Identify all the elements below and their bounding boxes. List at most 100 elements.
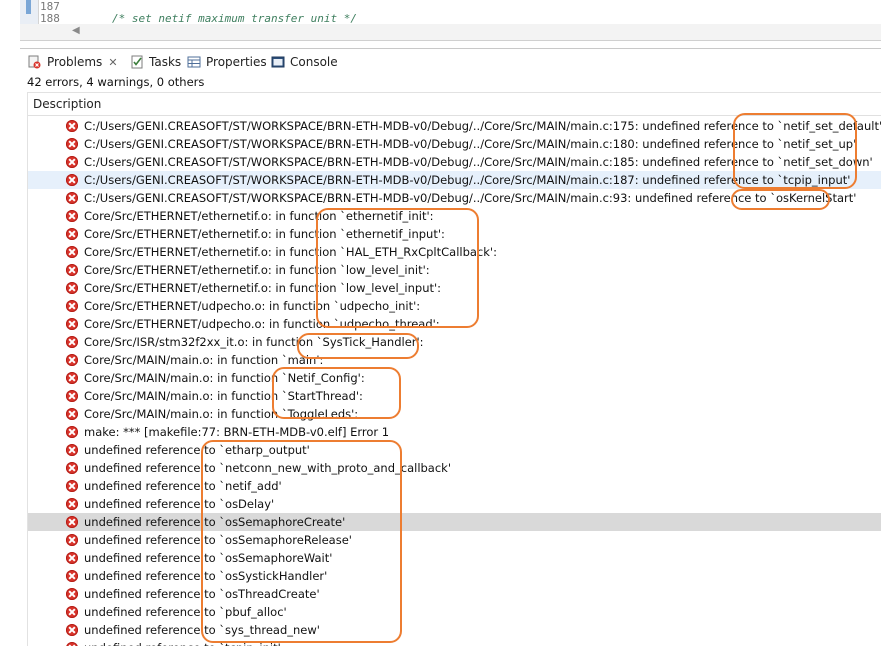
problem-description: undefined reference to `etharp_output' — [84, 443, 310, 457]
problem-description: Core/Src/ETHERNET/ethernetif.o: in funct… — [84, 209, 434, 223]
error-icon — [66, 156, 78, 168]
horizontal-scrollbar[interactable]: ◀ — [20, 24, 881, 41]
problem-row[interactable]: Core/Src/MAIN/main.o: in function `Start… — [28, 387, 881, 405]
problem-row[interactable]: undefined reference to `netif_add' — [28, 477, 881, 495]
problems-summary: 42 errors, 4 warnings, 0 others — [27, 75, 205, 89]
error-icon — [66, 606, 78, 618]
problem-row[interactable]: undefined reference to `sys_thread_new' — [28, 621, 881, 639]
tab-problems[interactable]: Problems ✕ — [28, 53, 118, 71]
tab-label: Problems — [47, 55, 103, 69]
problem-description: undefined reference to `osSemaphoreCreat… — [84, 515, 346, 529]
problem-row[interactable]: undefined reference to `pbuf_alloc' — [28, 603, 881, 621]
error-icon — [66, 354, 78, 366]
error-icon — [66, 246, 78, 258]
error-icon — [66, 210, 78, 222]
console-icon — [271, 55, 285, 69]
problem-description: C:/Users/GENI.CREASOFT/ST/WORKSPACE/BRN-… — [84, 119, 881, 133]
error-icon — [66, 264, 78, 276]
problem-row[interactable]: Core/Src/MAIN/main.o: in function `main'… — [28, 351, 881, 369]
views-tab-bar: Problems ✕ Tasks Properties Console — [20, 48, 881, 74]
error-icon — [66, 318, 78, 330]
problem-row[interactable]: Core/Src/ETHERNET/ethernetif.o: in funct… — [28, 225, 881, 243]
error-icon — [66, 408, 78, 420]
problem-row[interactable]: Core/Src/MAIN/main.o: in function `Toggl… — [28, 405, 881, 423]
problem-description: C:/Users/GENI.CREASOFT/ST/WORKSPACE/BRN-… — [84, 137, 857, 151]
problem-description: Core/Src/MAIN/main.o: in function `Start… — [84, 389, 363, 403]
tab-properties[interactable]: Properties — [187, 53, 267, 71]
problem-description: Core/Src/ETHERNET/udpecho.o: in function… — [84, 317, 440, 331]
column-header-description[interactable]: Description — [28, 93, 881, 116]
problem-row[interactable]: make: *** [makefile:77: BRN-ETH-MDB-v0.e… — [28, 423, 881, 441]
problem-description: undefined reference to `osSystickHandler… — [84, 569, 328, 583]
error-icon — [66, 498, 78, 510]
problem-row[interactable]: undefined reference to `tcpip_init' — [28, 639, 881, 646]
error-icon — [66, 552, 78, 564]
problem-row[interactable]: undefined reference to `osSystickHandler… — [28, 567, 881, 585]
problem-row[interactable]: Core/Src/ETHERNET/udpecho.o: in function… — [28, 315, 881, 333]
problem-row[interactable]: Core/Src/ETHERNET/ethernetif.o: in funct… — [28, 207, 881, 225]
problem-row[interactable]: C:/Users/GENI.CREASOFT/ST/WORKSPACE/BRN-… — [28, 189, 881, 207]
problem-row[interactable]: undefined reference to `osSemaphoreWait' — [28, 549, 881, 567]
scroll-left-icon[interactable]: ◀ — [72, 25, 80, 36]
error-icon — [66, 138, 78, 150]
problem-row[interactable]: undefined reference to `etharp_output' — [28, 441, 881, 459]
tasks-icon — [130, 55, 144, 69]
error-icon — [66, 516, 78, 528]
problem-description: Core/Src/ETHERNET/ethernetif.o: in funct… — [84, 281, 442, 295]
problem-description: undefined reference to `netif_add' — [84, 479, 282, 493]
tab-label: Properties — [206, 55, 267, 69]
problem-row[interactable]: C:/Users/GENI.CREASOFT/ST/WORKSPACE/BRN-… — [28, 153, 881, 171]
problem-row[interactable]: undefined reference to `osSemaphoreCreat… — [28, 513, 881, 531]
problem-description: Core/Src/ETHERNET/ethernetif.o: in funct… — [84, 245, 497, 259]
problem-row[interactable]: C:/Users/GENI.CREASOFT/ST/WORKSPACE/BRN-… — [28, 135, 881, 153]
problem-row[interactable]: Core/Src/ETHERNET/udpecho.o: in function… — [28, 297, 881, 315]
tab-tasks[interactable]: Tasks — [130, 53, 181, 71]
error-icon — [66, 228, 78, 240]
problem-description: Core/Src/ETHERNET/ethernetif.o: in funct… — [84, 227, 445, 241]
problem-description: undefined reference to `osDelay' — [84, 497, 275, 511]
error-icon — [66, 642, 78, 646]
close-icon[interactable]: ✕ — [108, 56, 117, 69]
problem-description: undefined reference to `osThreadCreate' — [84, 587, 320, 601]
problem-description: Core/Src/MAIN/main.o: in function `main'… — [84, 353, 324, 367]
problem-row[interactable]: undefined reference to `osThreadCreate' — [28, 585, 881, 603]
error-icon — [66, 570, 78, 582]
problem-row[interactable]: undefined reference to `netconn_new_with… — [28, 459, 881, 477]
problem-row[interactable]: Core/Src/ISR/stm32f2xx_it.o: in function… — [28, 333, 881, 351]
problem-description: undefined reference to `pbuf_alloc' — [84, 605, 287, 619]
problem-row[interactable]: Core/Src/ETHERNET/ethernetif.o: in funct… — [28, 279, 881, 297]
error-icon — [66, 120, 78, 132]
problem-description: Core/Src/ETHERNET/ethernetif.o: in funct… — [84, 263, 430, 277]
tab-console[interactable]: Console — [271, 53, 338, 71]
problem-row[interactable]: undefined reference to `osSemaphoreRelea… — [28, 531, 881, 549]
column-header-label: Description — [33, 97, 102, 111]
problems-icon — [28, 55, 42, 69]
error-icon — [66, 534, 78, 546]
problem-row[interactable]: Core/Src/MAIN/main.o: in function `Netif… — [28, 369, 881, 387]
change-marker — [26, 0, 31, 14]
problem-row[interactable]: undefined reference to `osDelay' — [28, 495, 881, 513]
tab-label: Tasks — [149, 55, 182, 69]
error-icon — [66, 372, 78, 384]
problem-description: undefined reference to `osSemaphoreWait' — [84, 551, 333, 565]
error-icon — [66, 282, 78, 294]
problem-description: Core/Src/MAIN/main.o: in function `Toggl… — [84, 407, 359, 421]
problem-description: undefined reference to `tcpip_init' — [84, 641, 281, 646]
problem-description: undefined reference to `netconn_new_with… — [84, 461, 452, 475]
error-icon — [66, 588, 78, 600]
error-icon — [66, 426, 78, 438]
code-editor[interactable]: 187 188 /* set netif maximum transfer un… — [20, 0, 881, 25]
problem-description: undefined reference to `osSemaphoreRelea… — [84, 533, 352, 547]
problem-row[interactable]: Core/Src/ETHERNET/ethernetif.o: in funct… — [28, 261, 881, 279]
problem-row[interactable]: C:/Users/GENI.CREASOFT/ST/WORKSPACE/BRN-… — [28, 171, 881, 189]
problem-row[interactable]: C:/Users/GENI.CREASOFT/ST/WORKSPACE/BRN-… — [28, 117, 881, 135]
properties-icon — [187, 55, 201, 69]
error-icon — [66, 192, 78, 204]
error-icon — [66, 300, 78, 312]
problem-description: C:/Users/GENI.CREASOFT/ST/WORKSPACE/BRN-… — [84, 191, 857, 205]
ide-window: 187 188 /* set netif maximum transfer un… — [0, 0, 881, 646]
tab-label: Console — [290, 55, 338, 69]
problem-row[interactable]: Core/Src/ETHERNET/ethernetif.o: in funct… — [28, 243, 881, 261]
problems-table: Description C:/Users/GENI.CREASOFT/ST/WO… — [27, 92, 881, 646]
problem-description: make: *** [makefile:77: BRN-ETH-MDB-v0.e… — [84, 425, 390, 439]
